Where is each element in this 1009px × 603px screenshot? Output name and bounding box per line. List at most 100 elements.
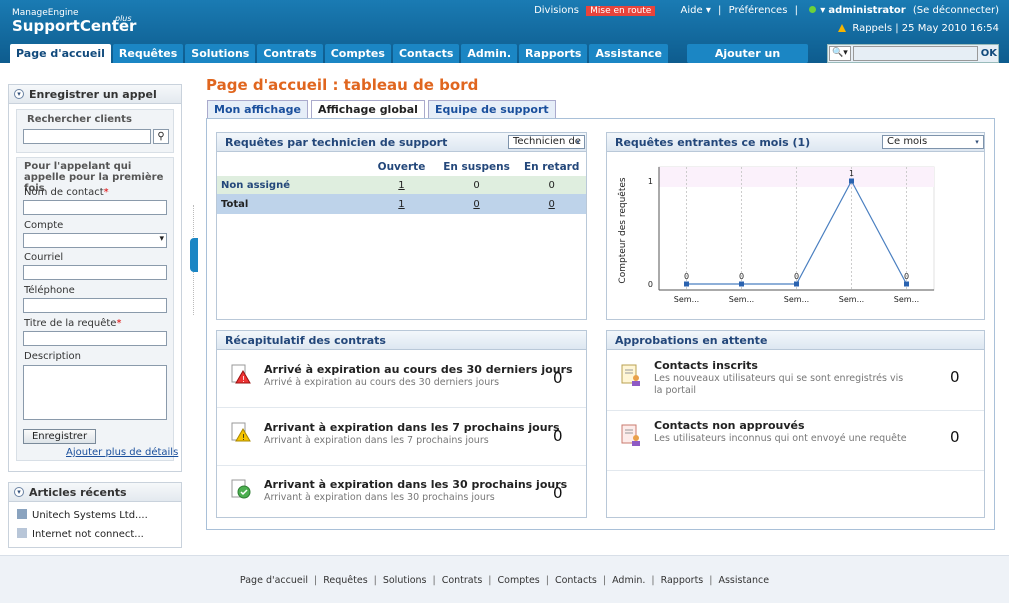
period-select[interactable]: Ce mois ▾ <box>882 135 984 149</box>
request-title-text: Titre de la requête <box>24 318 117 329</box>
approval-item[interactable]: Contacts non approuvés Les utilisateurs … <box>607 411 984 471</box>
tab-4[interactable]: Comptes <box>324 44 391 63</box>
tab-6[interactable]: Admin. <box>461 44 518 63</box>
footer-separator: | <box>488 575 492 586</box>
footer-separator: | <box>545 575 549 586</box>
add-new-button[interactable]: Ajouter un nouveau ▾ <box>687 44 808 79</box>
total-overdue[interactable]: 0 <box>517 194 586 214</box>
reminders-link[interactable]: Rappels <box>852 23 892 34</box>
email-label: Courriel <box>24 252 64 263</box>
footer: Page d'accueil | Requêtes | Solutions | Contra… <box>0 555 1009 603</box>
search-input[interactable] <box>852 46 978 61</box>
svg-text:!: ! <box>242 433 245 442</box>
column-header: En suspens <box>443 160 510 173</box>
footer-link[interactable]: Comptes <box>498 575 540 586</box>
search-clients-label: Rechercher clients <box>27 114 132 125</box>
request-title-field[interactable] <box>23 331 167 346</box>
tab-5[interactable]: Contacts <box>392 44 460 63</box>
footer-link[interactable]: Contrats <box>442 575 483 586</box>
open-count-link[interactable]: 1 <box>398 180 404 191</box>
datetime: 25 May 2010 16:54 <box>901 23 999 34</box>
tab-0[interactable]: Page d'accueil <box>10 44 111 63</box>
x-tick-label: Sem... <box>894 295 919 304</box>
chevron-down-icon[interactable]: ▾ <box>14 89 24 99</box>
divisions-link[interactable]: Divisions <box>534 5 579 16</box>
reminders-line: Rappels | 25 May 2010 16:54 <box>838 23 999 34</box>
contract-item-count: 0 <box>553 484 563 502</box>
building-icon <box>17 509 27 519</box>
more-details-link[interactable]: Ajouter plus de détails <box>66 447 178 458</box>
preferences-link[interactable]: Préférences <box>729 5 788 16</box>
footer-link[interactable]: Admin. <box>612 575 645 586</box>
total-open[interactable]: 1 <box>367 194 436 214</box>
recent-item-label: Unitech Systems Ltd.... <box>32 510 148 521</box>
tab-2[interactable]: Solutions <box>185 44 256 63</box>
footer-link[interactable]: Page d'accueil <box>240 575 308 586</box>
dashboard-area: Requêtes par technicien de support Techn… <box>206 118 995 530</box>
collapse-sidebar-handle[interactable] <box>190 238 198 272</box>
chevron-down-icon[interactable]: ▾ <box>14 487 24 497</box>
page-title: Page d'accueil : tableau de bord <box>206 76 479 94</box>
search-scope-dropdown[interactable]: 🔍▾ <box>829 46 851 61</box>
tab-1[interactable]: Requêtes <box>112 44 184 63</box>
description-field[interactable] <box>23 365 167 420</box>
column-header <box>217 157 367 176</box>
technician-name: Non assigné <box>217 176 368 194</box>
search-icon[interactable]: ⚲ <box>153 129 169 144</box>
data-point <box>739 281 744 287</box>
footer-link[interactable]: Contacts <box>555 575 597 586</box>
contract-check-icon <box>231 479 251 499</box>
total-overdue-link[interactable]: 0 <box>548 199 554 210</box>
search-ok-button[interactable]: OK <box>981 48 997 59</box>
contract-item[interactable]: ! Arrivant à expiration dans les 7 proch… <box>217 409 586 466</box>
email-field[interactable] <box>23 265 167 280</box>
footer-link[interactable]: Solutions <box>383 575 427 586</box>
open-count[interactable]: 1 <box>367 176 436 194</box>
footer-link[interactable]: Rapports <box>661 575 704 586</box>
table-row-total: Total 1 0 0 <box>217 194 586 214</box>
contract-item-title: Arrivant à expiration dans les 7 prochai… <box>264 421 560 434</box>
contact-name-field[interactable] <box>23 200 167 215</box>
contract-item[interactable]: ! Arrivé à expiration au cours des 30 de… <box>217 351 586 408</box>
help-link[interactable]: Aide ▾ <box>677 5 711 16</box>
pending-approvals-title: Approbations en attente <box>615 334 768 347</box>
approval-item[interactable]: Contacts inscrits Les nouveaux utilisate… <box>607 351 984 411</box>
tab-7[interactable]: Rapports <box>519 44 588 63</box>
recent-item[interactable]: Unitech Systems Ltd.... <box>17 509 148 521</box>
register-call-header[interactable]: ▾ Enregistrer un appel <box>9 85 181 104</box>
status-icon[interactable]: ▾ <box>805 5 825 16</box>
logout-link[interactable]: (Se déconnecter) <box>913 5 999 16</box>
warning-icon: ! <box>231 422 251 442</box>
total-open-link[interactable]: 1 <box>398 199 404 210</box>
data-label: 0 <box>739 272 744 281</box>
top-links: Divisions Mise en route Aide ▾ | Préfére… <box>530 5 999 16</box>
tab-global-view[interactable]: Affichage global <box>310 100 425 119</box>
recent-item[interactable]: Internet not connect... <box>17 528 144 540</box>
footer-links: Page d'accueil | Requêtes | Solutions | Contra… <box>0 575 1009 586</box>
total-hold[interactable]: 0 <box>435 194 518 214</box>
divisions-badge[interactable]: Mise en route <box>586 6 656 16</box>
register-button[interactable]: Enregistrer <box>23 429 96 444</box>
user-name[interactable]: administrator <box>828 5 905 16</box>
footer-link[interactable]: Assistance <box>718 575 769 586</box>
registered-contacts-icon <box>621 364 640 386</box>
data-label: 0 <box>904 272 909 281</box>
tab-my-view[interactable]: Mon affichage <box>207 100 308 119</box>
contract-item-description: Arrivé à expiration au cours des 30 dern… <box>264 377 500 388</box>
total-hold-link[interactable]: 0 <box>473 199 479 210</box>
footer-link[interactable]: Requêtes <box>323 575 367 586</box>
x-tick-label: Sem... <box>784 295 809 304</box>
tab-8[interactable]: Assistance <box>589 44 668 63</box>
search-clients-box: Rechercher clients ⚲ <box>16 109 174 153</box>
tab-3[interactable]: Contrats <box>257 44 323 63</box>
phone-field[interactable] <box>23 298 167 313</box>
separator: | <box>794 5 798 16</box>
main-tabs: Page d'accueil Requêtes Solutions Contrats C… <box>10 44 670 63</box>
tab-support-team[interactable]: Equipe de support <box>427 100 556 119</box>
column-header: Ouverte <box>377 160 426 173</box>
contract-item[interactable]: Arrivant à expiration dans les 30 procha… <box>217 466 586 523</box>
recent-articles-header[interactable]: ▾ Articles récents <box>9 483 181 502</box>
search-clients-input[interactable] <box>23 129 151 144</box>
account-select[interactable]: ▾ <box>23 233 167 248</box>
technician-select[interactable]: Technicien de ▾ <box>508 135 585 149</box>
